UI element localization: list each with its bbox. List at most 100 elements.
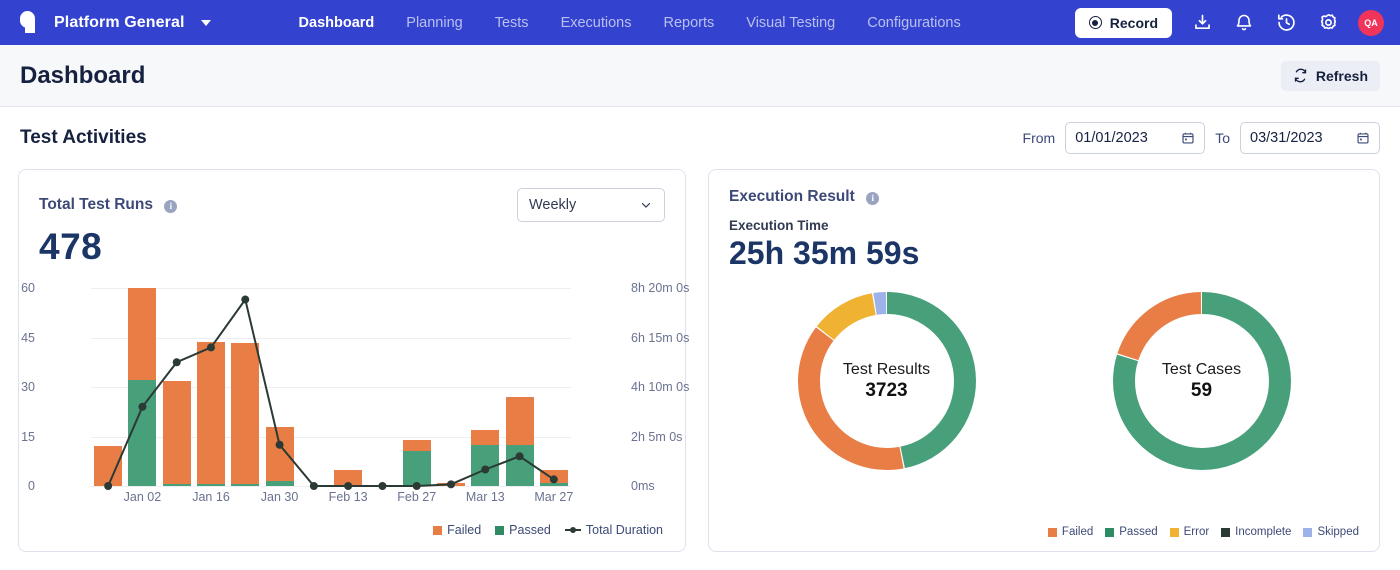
top-navigation-bar: Platform General Dashboard Planning Test… [0,0,1400,45]
to-date-input[interactable]: 03/31/2023 [1240,122,1380,154]
legend-label: Incomplete [1235,526,1291,538]
test-runs-chart: 00ms152h 5m 0s304h 10m 0s456h 15m 0s608h… [39,274,667,524]
page-title: Dashboard [20,62,145,90]
to-label: To [1215,130,1230,146]
tab-dashboard[interactable]: Dashboard [299,15,375,31]
execution-result-title: Execution Result [729,188,855,205]
legend-label: Error [1184,526,1210,538]
total-test-runs-card: Total Test Runs i Weekly 478 00ms152h 5m… [18,169,686,552]
y2-axis-tick: 4h 10m 0s [631,380,701,394]
donut-charts: Test Results3723 Test Cases59 [729,286,1359,476]
calendar-icon[interactable] [1181,131,1195,145]
legend-item-failed[interactable]: Failed [433,523,481,537]
legend-item[interactable]: Incomplete [1221,526,1291,538]
legend-item[interactable]: Error [1170,526,1210,538]
info-icon[interactable]: i [164,200,177,213]
legend-item[interactable]: Passed [1105,526,1157,538]
y2-axis-tick: 8h 20m 0s [631,281,701,295]
x-axis-tick: Jan 16 [192,490,230,504]
donut-chart: Test Cases59 [1107,286,1297,476]
bell-icon[interactable] [1232,11,1256,35]
page-header: Dashboard Refresh [0,45,1400,107]
brand-name: Platform General [54,14,185,32]
y-axis-tick: 30 [0,380,35,394]
from-label: From [1023,130,1056,146]
legend-label: Failed [1062,526,1093,538]
gear-icon[interactable] [1316,11,1340,35]
refresh-icon [1293,68,1308,83]
legend-item-passed[interactable]: Passed [495,523,551,537]
brand-selector[interactable]: Platform General [16,10,211,36]
legend-label-total-duration: Total Duration [586,523,663,537]
tab-tests[interactable]: Tests [495,15,529,31]
dashboard-cards: Total Test Runs i Weekly 478 00ms152h 5m… [0,169,1400,552]
tab-executions[interactable]: Executions [561,15,632,31]
date-range-controls: From 01/01/2023 To 03/31/2023 [1023,122,1380,154]
chevron-down-icon[interactable] [201,20,211,26]
x-axis-tick: Jan 02 [124,490,162,504]
tab-configurations[interactable]: Configurations [867,15,961,31]
tab-visual-testing[interactable]: Visual Testing [746,15,835,31]
legend-item[interactable]: Failed [1048,526,1093,538]
x-axis-tick: Feb 13 [329,490,368,504]
legend-swatch [1048,528,1057,537]
y2-axis-tick: 2h 5m 0s [631,430,701,444]
donut-chart: Test Results3723 [792,286,982,476]
refresh-button[interactable]: Refresh [1281,61,1380,91]
execution-result-card: Execution Result i Execution Time 25h 35… [708,169,1380,552]
y-axis-tick: 45 [0,331,35,345]
legend-item[interactable]: Skipped [1303,526,1359,538]
y2-axis-tick: 6h 15m 0s [631,331,701,345]
total-test-runs-value: 478 [39,226,665,268]
legend-swatch [1105,528,1114,537]
legend-swatch [1221,528,1230,537]
legend-swatch-total-duration [565,529,581,531]
y-axis-tick: 60 [0,281,35,295]
main-nav-tabs: Dashboard Planning Tests Executions Repo… [299,15,961,31]
execution-result-header: Execution Result i [729,188,1359,206]
y-axis-tick: 15 [0,430,35,444]
section-title: Test Activities [20,127,147,149]
x-axis-tick: Mar 13 [466,490,505,504]
legend-label-passed: Passed [509,523,551,537]
x-axis-tick: Jan 30 [261,490,299,504]
record-dot-icon [1089,16,1102,29]
period-select[interactable]: Weekly [517,188,665,222]
legend-swatch-failed [433,526,442,535]
section-bar: Test Activities From 01/01/2023 To 03/31… [0,107,1400,169]
execution-result-legend: Failed Passed Error Incomplete Skipped [1048,526,1359,538]
legend-label: Skipped [1317,526,1359,538]
x-axis-tick: Mar 27 [534,490,573,504]
total-test-runs-title: Total Test Runs [39,196,153,213]
x-axis-tick: Feb 27 [397,490,436,504]
from-date-input[interactable]: 01/01/2023 [1065,122,1205,154]
y-axis-tick: 0 [0,479,35,493]
to-date-value: 03/31/2023 [1250,130,1356,146]
download-icon[interactable] [1190,11,1214,35]
calendar-icon[interactable] [1356,131,1370,145]
legend-label: Passed [1119,526,1157,538]
execution-time-label: Execution Time [729,218,1359,233]
legend-swatch [1170,528,1179,537]
refresh-label: Refresh [1316,68,1368,84]
tab-planning[interactable]: Planning [406,15,462,31]
period-select-value: Weekly [529,197,639,213]
history-icon[interactable] [1274,11,1298,35]
bar-chart-legend: Failed Passed Total Duration [433,523,663,537]
info-icon[interactable]: i [866,192,879,205]
record-button[interactable]: Record [1075,8,1172,38]
chart-plot-area: 00ms152h 5m 0s304h 10m 0s456h 15m 0s608h… [91,288,571,486]
avatar[interactable]: QA [1358,10,1384,36]
execution-time-value: 25h 35m 59s [729,235,1359,272]
record-button-label: Record [1110,15,1158,31]
legend-item-total-duration[interactable]: Total Duration [565,523,663,537]
legend-swatch-passed [495,526,504,535]
chevron-down-icon [639,198,653,212]
legend-swatch [1303,528,1312,537]
legend-label-failed: Failed [447,523,481,537]
total-duration-line [91,288,571,486]
top-right-actions: Record QA [1075,8,1384,38]
from-date-value: 01/01/2023 [1075,130,1181,146]
y2-axis-tick: 0ms [631,479,701,493]
tab-reports[interactable]: Reports [664,15,715,31]
